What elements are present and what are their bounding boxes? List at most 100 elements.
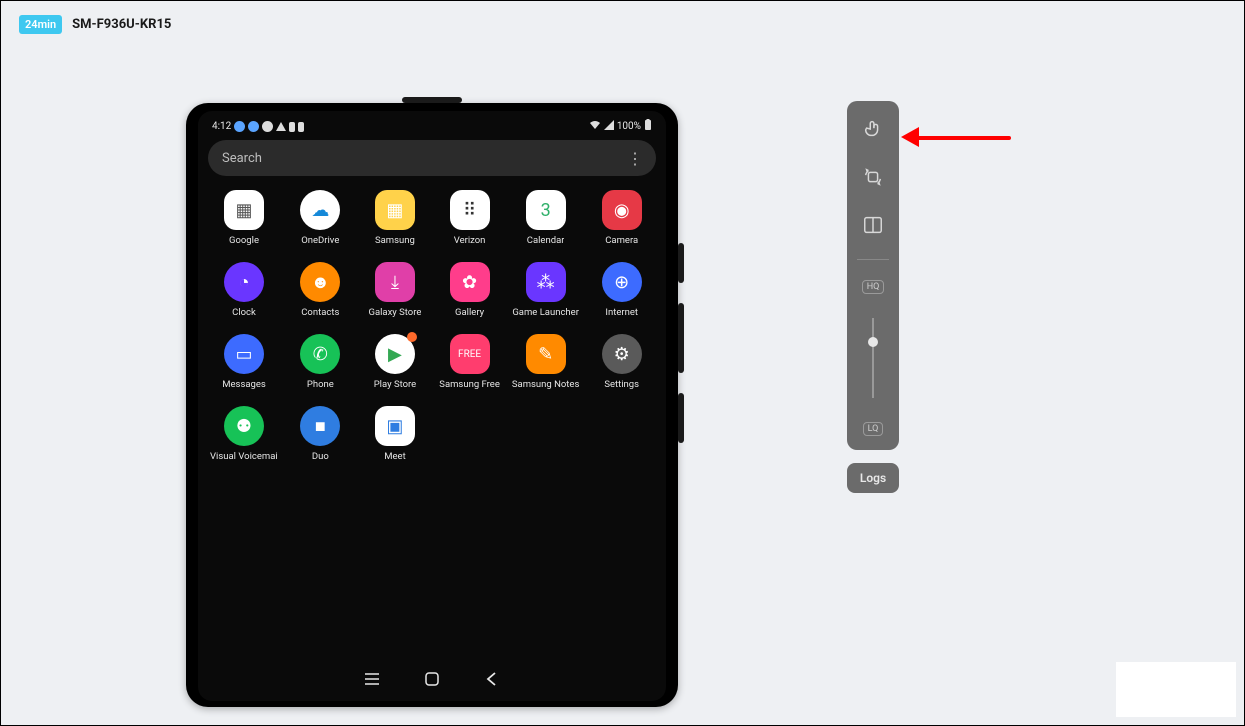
status-time: 4:12	[212, 121, 231, 132]
app-icon: ▭	[224, 334, 264, 374]
header-bar: 24min SM-F936U-KR15	[19, 15, 171, 34]
app-verizon[interactable]: ⠿Verizon	[437, 190, 502, 246]
app-contacts[interactable]: ☻ Contacts	[288, 262, 353, 318]
app-label: Verizon	[454, 235, 486, 246]
app-label: Gallery	[455, 307, 484, 318]
app-calendar[interactable]: 3 Calendar	[512, 190, 579, 246]
app-label: Samsung	[375, 235, 415, 246]
app-label: Contacts	[301, 307, 339, 318]
control-toolbar: HQ LQ	[847, 101, 899, 450]
session-time-badge: 24min	[19, 15, 62, 34]
app-meet[interactable]: ▣ Meet	[363, 406, 428, 462]
app-galaxy-store[interactable]: ⤓Galaxy Store	[363, 262, 428, 318]
toolbar-separator	[857, 259, 888, 260]
app-icon: ⚙	[602, 334, 642, 374]
watermark-box	[1116, 662, 1236, 717]
app-label: Samsung Free	[439, 379, 500, 390]
app-internet[interactable]: ⊕ Internet	[589, 262, 654, 318]
app-icon: ✆	[300, 334, 340, 374]
hq-badge[interactable]: HQ	[862, 280, 885, 294]
quality-slider[interactable]	[872, 318, 874, 398]
quality-slider-thumb[interactable]	[868, 337, 878, 347]
app-label: Google	[229, 235, 259, 246]
app-label: Visual Voicemail	[210, 451, 278, 462]
app-label: Samsung Notes	[512, 379, 579, 390]
app-label: Galaxy Store	[368, 307, 421, 318]
more-icon[interactable]: ⋮	[627, 149, 642, 168]
app-label: Settings	[604, 379, 639, 390]
app-phone[interactable]: ✆ Phone	[288, 334, 353, 390]
app-duo[interactable]: ■ Duo	[288, 406, 353, 462]
device-power-button	[678, 393, 684, 443]
app-icon: ✎	[526, 334, 566, 374]
app-play-store[interactable]: ▶Play Store	[363, 334, 428, 390]
app-label: Internet	[605, 307, 638, 318]
device-hinge	[402, 97, 462, 103]
nav-bar	[208, 661, 656, 693]
status-icon	[262, 121, 273, 132]
app-onedrive[interactable]: ☁ OneDrive	[288, 190, 353, 246]
notification-dot	[407, 332, 417, 342]
status-icon	[276, 122, 286, 131]
app-label: Phone	[307, 379, 334, 390]
app-label: Game Launcher	[512, 307, 579, 318]
app-icon: ☻	[300, 262, 340, 302]
app-grid: ▦ Google ☁ OneDrive ▦ Samsung ⠿Verizon 3 Calenda…	[208, 190, 656, 462]
app-samsung[interactable]: ▦ Samsung	[363, 190, 428, 246]
home-button[interactable]	[424, 671, 440, 687]
back-button[interactable]	[484, 671, 500, 687]
status-icon	[289, 122, 295, 132]
annotation-arrow	[901, 127, 1021, 147]
app-icon: ⊕	[602, 262, 642, 302]
app-icon: ◔	[224, 262, 264, 302]
status-right: 100%	[589, 119, 652, 134]
app-messages[interactable]: ▭ Messages	[210, 334, 278, 390]
recents-button[interactable]	[364, 671, 380, 687]
app-icon: FREE	[450, 334, 490, 374]
device-name: SM-F936U-KR15	[72, 17, 171, 32]
app-label: Messages	[222, 379, 266, 390]
app-icon: ⁂	[526, 262, 566, 302]
app-label: OneDrive	[301, 235, 339, 246]
app-icon: ☁	[300, 190, 340, 230]
app-label: Camera	[605, 235, 638, 246]
device-frame: 4:12 100% Sea	[186, 103, 678, 707]
app-label: Duo	[312, 451, 329, 462]
status-icon	[248, 121, 259, 132]
touch-mode-button[interactable]	[859, 115, 887, 143]
app-icon: ▦	[375, 190, 415, 230]
app-samsung-free[interactable]: FREE Samsung Free	[437, 334, 502, 390]
app-game-launcher[interactable]: ⁂ Game Launcher	[512, 262, 579, 318]
app-search-bar[interactable]: Search ⋮	[208, 140, 656, 176]
app-gallery[interactable]: ✿Gallery	[437, 262, 502, 318]
app-icon: ▣	[375, 406, 415, 446]
app-clock[interactable]: ◔ Clock	[210, 262, 278, 318]
app-icon: ◉	[602, 190, 642, 230]
app-icon: ▶	[375, 334, 415, 374]
wifi-icon	[589, 120, 601, 133]
battery-icon	[644, 119, 652, 134]
rotate-button[interactable]	[859, 163, 887, 191]
app-label: Meet	[384, 451, 405, 462]
lq-badge[interactable]: LQ	[863, 422, 884, 436]
signal-icon	[604, 120, 614, 133]
device-side-button	[678, 243, 684, 283]
app-label: Clock	[232, 307, 256, 318]
app-visual-voicemail[interactable]: ⚉ Visual Voicemail	[210, 406, 278, 462]
app-icon: ▦	[224, 190, 264, 230]
app-camera[interactable]: ◉ Camera	[589, 190, 654, 246]
app-google[interactable]: ▦ Google	[210, 190, 278, 246]
app-icon: 3	[526, 190, 566, 230]
device-volume-button	[678, 303, 684, 373]
split-view-button[interactable]	[859, 211, 887, 239]
device-screen[interactable]: 4:12 100% Sea	[198, 111, 666, 701]
status-bar: 4:12 100%	[208, 119, 656, 140]
app-settings[interactable]: ⚙ Settings	[589, 334, 654, 390]
battery-text: 100%	[617, 121, 641, 132]
search-placeholder: Search	[222, 151, 262, 166]
app-icon: ■	[300, 406, 340, 446]
app-samsung-notes[interactable]: ✎ Samsung Notes	[512, 334, 579, 390]
app-label: Calendar	[527, 235, 565, 246]
logs-button[interactable]: Logs	[847, 463, 899, 493]
app-icon: ⚉	[224, 406, 264, 446]
